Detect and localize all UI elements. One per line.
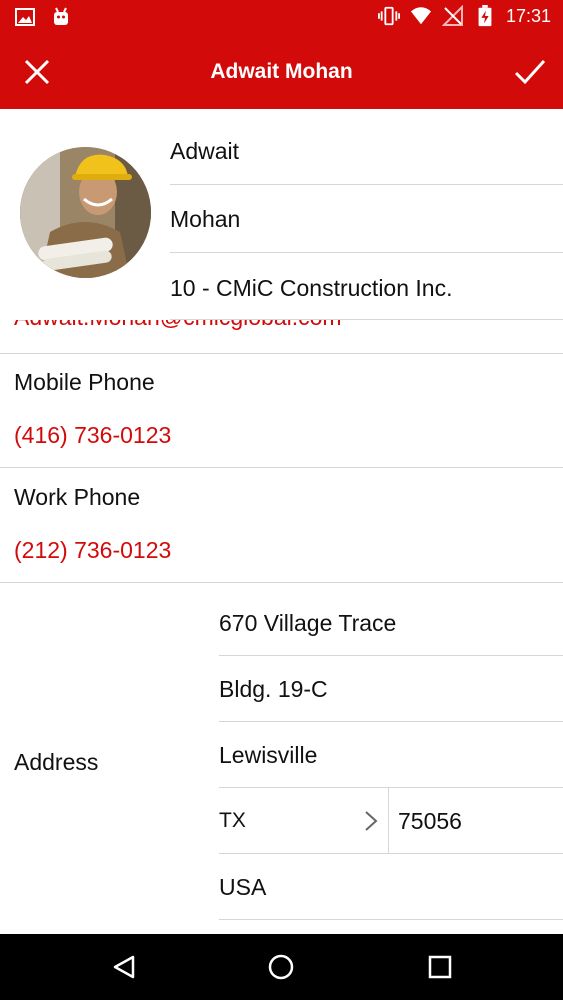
work-phone-value[interactable]: (212) 736-0123 [14,537,171,564]
work-phone-row[interactable]: Work Phone (212) 736-0123 [0,469,563,583]
check-icon [514,59,546,85]
address-line1-field[interactable]: 670 Village Trace [219,590,563,656]
home-icon [268,954,294,980]
state-select[interactable]: TX [219,788,389,854]
home-button[interactable] [267,953,295,981]
contact-photo [20,147,151,278]
address-line2-field[interactable]: Bldg. 19-C [219,656,563,722]
mobile-phone-label: Mobile Phone [14,369,155,395]
work-phone-label: Work Phone [14,484,141,510]
back-button[interactable] [110,953,138,981]
status-bar: 17:31 [0,0,563,34]
close-icon [24,59,50,85]
status-time: 17:31 [505,6,551,26]
country-field[interactable]: USA [219,854,563,920]
mobile-phone-row[interactable]: Mobile Phone (416) 736-0123 [0,354,563,468]
company-field[interactable]: 10 - CMiC Construction Inc. [170,254,563,320]
image-icon [15,8,35,26]
page-title: Adwait Mohan [210,60,353,83]
email-value: Adwait.Mohan@cmicglobal.com [14,320,342,331]
battery-charging-icon [478,5,492,27]
state-value: TX [219,809,246,832]
back-icon [113,955,135,979]
first-name-field[interactable]: Adwait [170,117,563,185]
address-label: Address [14,749,99,775]
city-field[interactable]: Lewisville [219,722,563,788]
state-zip-row: TX 75056 [219,788,563,854]
chevron-right-icon [365,811,378,831]
mobile-phone-value[interactable]: (416) 736-0123 [14,422,171,449]
android-icon [54,7,68,25]
app-bar: Adwait Mohan [0,34,563,109]
email-field[interactable]: Adwait.Mohan@cmicglobal.com [0,320,563,354]
navigation-bar [0,934,563,1000]
wifi-icon [410,7,432,25]
contact-form: Adwait Mohan 10 - CMiC Construction Inc.… [0,109,563,934]
recents-icon [428,955,452,979]
avatar[interactable] [20,147,151,278]
zip-field[interactable]: 75056 [398,788,462,854]
recents-button[interactable] [426,953,454,981]
last-name-field[interactable]: Mohan [170,185,563,253]
no-signal-icon [441,5,463,26]
vibrate-icon [377,6,400,26]
close-button[interactable] [16,51,58,93]
save-button[interactable] [509,51,551,93]
